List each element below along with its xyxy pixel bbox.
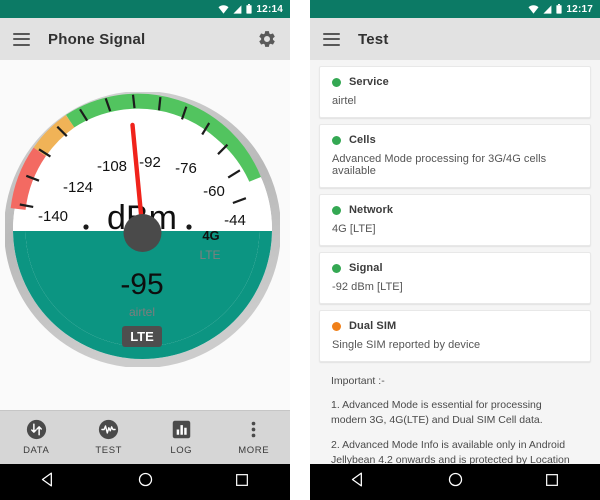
hamburger-menu-icon[interactable] [13, 32, 30, 46]
tab-more[interactable]: MORE [218, 411, 291, 464]
list-item[interactable]: Cells Advanced Mode processing for 3G/4G… [319, 124, 591, 188]
gear-icon[interactable] [257, 29, 277, 49]
status-dot-icon [332, 205, 341, 215]
list-item[interactable]: Network 4G [LTE] [319, 194, 591, 246]
right-status-bar: 12:17 [310, 0, 600, 18]
status-dot-icon [332, 263, 341, 273]
home-circle-icon[interactable] [137, 471, 154, 493]
gauge-tick-label: -124 [63, 179, 93, 196]
list-item[interactable]: Dual SIM Single SIM reported by device [319, 310, 591, 362]
left-app-bar: Phone Signal [0, 18, 290, 60]
page-title: Test [358, 30, 389, 48]
tab-test[interactable]: TEST [73, 411, 146, 464]
card-header: Signal [332, 262, 578, 274]
cellular-signal-icon [543, 4, 552, 14]
recents-square-icon[interactable] [234, 472, 250, 493]
test-results-list: Service airtel Cells Advanced Mode proce… [310, 60, 600, 464]
cellular-signal-icon [233, 4, 242, 14]
status-dot-icon [332, 77, 341, 87]
gauge-hub [123, 214, 162, 252]
status-bar-clock: 12:17 [566, 3, 593, 15]
notes-heading: Important :- [331, 375, 385, 387]
tab-log[interactable]: LOG [145, 411, 218, 464]
status-dot-icon [332, 321, 341, 331]
battery-icon [556, 4, 563, 14]
gauge-tick-label: -108 [97, 158, 127, 175]
gauge-tick-label: -140 [38, 208, 68, 225]
card-value: airtel [332, 95, 357, 107]
hamburger-menu-icon[interactable] [323, 32, 340, 46]
gauge-carrier: airtel [129, 305, 155, 319]
card-value: 4G [LTE] [332, 223, 376, 235]
data-transfer-icon [26, 419, 47, 440]
card-title: Network [349, 204, 394, 216]
right-phone-screen: 12:17 Test Service airtel Cells Advanced… [310, 0, 600, 500]
left-phone-screen: 12:14 Phone Signal -140 -124 -108 -92 -7… [0, 0, 290, 500]
gauge-tick-label: -60 [203, 183, 225, 200]
card-header: Service [332, 76, 578, 88]
tab-label: LOG [170, 445, 193, 456]
overflow-dots-icon [243, 419, 264, 440]
panel-gap [290, 0, 310, 500]
gauge-network-sub: LTE [199, 248, 220, 262]
notes-item: 1. Advanced Mode is essential for proces… [331, 399, 543, 427]
gauge-value: -95 [120, 268, 163, 301]
card-value: -92 dBm [LTE] [332, 281, 403, 293]
gauge-tick-label: -76 [175, 160, 197, 177]
card-value: Single SIM reported by device [332, 339, 481, 351]
card-title: Service [349, 76, 389, 88]
card-title: Cells [349, 134, 376, 146]
wifi-icon [218, 4, 229, 14]
status-dot-icon [332, 135, 341, 145]
gauge-dot-right [186, 224, 192, 230]
right-app-bar: Test [310, 18, 600, 60]
gauge-network-label: 4G [202, 228, 219, 243]
card-header: Network [332, 204, 578, 216]
status-bar-clock: 12:14 [256, 3, 283, 15]
waveform-test-icon [98, 419, 119, 440]
bar-chart-log-icon [171, 419, 192, 440]
gauge-tick-label: -92 [139, 154, 161, 171]
home-circle-icon[interactable] [447, 471, 464, 493]
card-title: Signal [349, 262, 383, 274]
card-title: Dual SIM [349, 320, 397, 332]
signal-gauge: -140 -124 -108 -92 -76 -60 -44 dBm 4G LT… [5, 92, 280, 367]
left-android-nav-bar [0, 464, 290, 500]
tab-label: DATA [23, 445, 50, 456]
gauge-tech-badge: LTE [130, 329, 154, 344]
card-value: Advanced Mode processing for 3G/4G cells… [332, 153, 547, 177]
wifi-icon [528, 4, 539, 14]
card-header: Cells [332, 134, 578, 146]
gauge-tick-label: -44 [224, 212, 246, 229]
card-header: Dual SIM [332, 320, 578, 332]
gauge-dot-left [83, 224, 89, 230]
right-android-nav-bar [310, 464, 600, 500]
back-triangle-icon[interactable] [40, 471, 57, 493]
tab-data[interactable]: DATA [0, 411, 73, 464]
list-item[interactable]: Service airtel [319, 66, 591, 118]
important-notes: Important :- 1. Advanced Mode is essenti… [319, 368, 591, 464]
tab-label: TEST [95, 445, 123, 456]
recents-square-icon[interactable] [544, 472, 560, 493]
back-triangle-icon[interactable] [350, 471, 367, 493]
page-title: Phone Signal [48, 30, 146, 48]
battery-icon [246, 4, 253, 14]
left-status-bar: 12:14 [0, 0, 290, 18]
list-item[interactable]: Signal -92 dBm [LTE] [319, 252, 591, 304]
tab-label: MORE [238, 445, 270, 456]
notes-item: 2. Advanced Mode Info is available only … [331, 438, 570, 464]
signal-gauge-area: -140 -124 -108 -92 -76 -60 -44 dBm 4G LT… [0, 60, 290, 410]
bottom-tab-bar: DATA TEST LOG MORE [0, 410, 290, 464]
dual-screenshot-container: 12:14 Phone Signal -140 -124 -108 -92 -7… [0, 0, 600, 500]
